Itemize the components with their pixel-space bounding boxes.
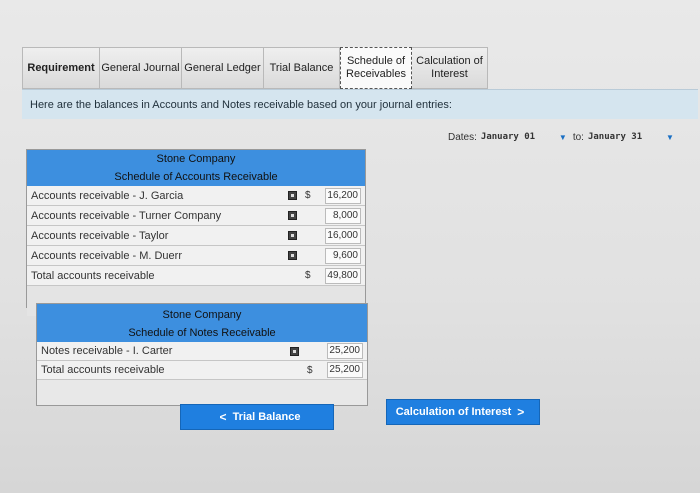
account-name: Accounts receivable - M. Duerr bbox=[31, 249, 182, 262]
tab-requirement[interactable]: Requirement bbox=[22, 47, 100, 89]
account-name: Accounts receivable - Taylor bbox=[31, 229, 169, 242]
total-row: Total accounts receivable $ 25,200 bbox=[37, 361, 367, 380]
chevron-left-icon: < bbox=[219, 410, 227, 424]
caret-down-icon[interactable]: ▼ bbox=[559, 133, 567, 142]
total-label: Total accounts receivable bbox=[31, 269, 155, 282]
date-range: Dates: January 01 ▼ to: January 31 ▼ bbox=[448, 130, 700, 144]
table-row: Accounts receivable - M. Duerr 9,600 bbox=[27, 246, 365, 266]
tab-bar: Requirement General Journal General Ledg… bbox=[22, 47, 488, 89]
date-to-select[interactable]: January 31 bbox=[588, 132, 660, 142]
small-square-icon[interactable] bbox=[287, 211, 297, 220]
account-name: Accounts receivable - J. Garcia bbox=[31, 189, 184, 202]
schedule-header: Stone Company Schedule of Notes Receivab… bbox=[37, 304, 367, 342]
amount-field[interactable]: 16,000 bbox=[325, 227, 361, 244]
table-row: Accounts receivable - J. Garcia $ 16,200 bbox=[27, 186, 365, 206]
total-amount: 25,200 bbox=[327, 362, 363, 378]
chevron-right-icon: > bbox=[517, 405, 525, 419]
instruction-bar: Here are the balances in Accounts and No… bbox=[22, 89, 698, 119]
total-amount: 49,800 bbox=[325, 267, 361, 284]
account-name: Notes receivable - I. Carter bbox=[41, 345, 173, 357]
dollar-sign: $ bbox=[305, 270, 311, 281]
amount-field[interactable]: 8,000 bbox=[325, 207, 361, 224]
button-label: Calculation of Interest bbox=[395, 406, 512, 418]
tab-calculation-of-interest[interactable]: Calculation of Interest bbox=[412, 47, 488, 89]
small-square-icon[interactable] bbox=[287, 251, 297, 260]
tab-schedule-of-receivables[interactable]: Schedule of Receivables bbox=[340, 47, 412, 89]
caret-down-icon[interactable]: ▼ bbox=[666, 133, 674, 142]
schedule-header: Stone Company Schedule of Accounts Recei… bbox=[27, 150, 365, 186]
schedule-accounts-receivable: Stone Company Schedule of Accounts Recei… bbox=[26, 149, 366, 316]
amount-field[interactable]: 16,200 bbox=[325, 187, 361, 204]
next-calculation-of-interest-button[interactable]: Calculation of Interest > bbox=[386, 399, 540, 425]
date-from-select[interactable]: January 01 bbox=[481, 132, 553, 142]
tab-trial-balance[interactable]: Trial Balance bbox=[264, 47, 340, 89]
amount-field[interactable]: 25,200 bbox=[327, 343, 363, 359]
table-row: Accounts receivable - Taylor 16,000 bbox=[27, 226, 365, 246]
dollar-sign: $ bbox=[305, 190, 311, 201]
company-name: Stone Company bbox=[156, 153, 236, 165]
small-square-icon[interactable] bbox=[289, 346, 299, 356]
table-row: Accounts receivable - Turner Company 8,0… bbox=[27, 206, 365, 226]
tab-general-journal[interactable]: General Journal bbox=[100, 47, 182, 89]
small-square-icon[interactable] bbox=[287, 191, 297, 200]
dates-to-label: to: bbox=[572, 131, 584, 143]
prev-trial-balance-button[interactable]: < Trial Balance bbox=[180, 404, 334, 430]
instruction-text: Here are the balances in Accounts and No… bbox=[30, 98, 452, 111]
dates-label: Dates: bbox=[448, 131, 477, 143]
company-name: Stone Company bbox=[162, 309, 242, 321]
account-name: Accounts receivable - Turner Company bbox=[31, 209, 222, 222]
schedule-title: Schedule of Accounts Receivable bbox=[114, 171, 278, 183]
dollar-sign: $ bbox=[307, 364, 313, 376]
amount-field[interactable]: 9,600 bbox=[325, 247, 361, 264]
button-label: Trial Balance bbox=[232, 411, 301, 423]
schedule-title: Schedule of Notes Receivable bbox=[128, 327, 276, 339]
tab-general-ledger[interactable]: General Ledger bbox=[182, 47, 264, 89]
table-row: Notes receivable - I. Carter 25,200 bbox=[37, 342, 367, 361]
total-row: Total accounts receivable $ 49,800 bbox=[27, 266, 365, 286]
schedule-notes-receivable: Stone Company Schedule of Notes Receivab… bbox=[36, 303, 368, 406]
small-square-icon[interactable] bbox=[287, 231, 297, 240]
total-label: Total accounts receivable bbox=[41, 364, 165, 376]
